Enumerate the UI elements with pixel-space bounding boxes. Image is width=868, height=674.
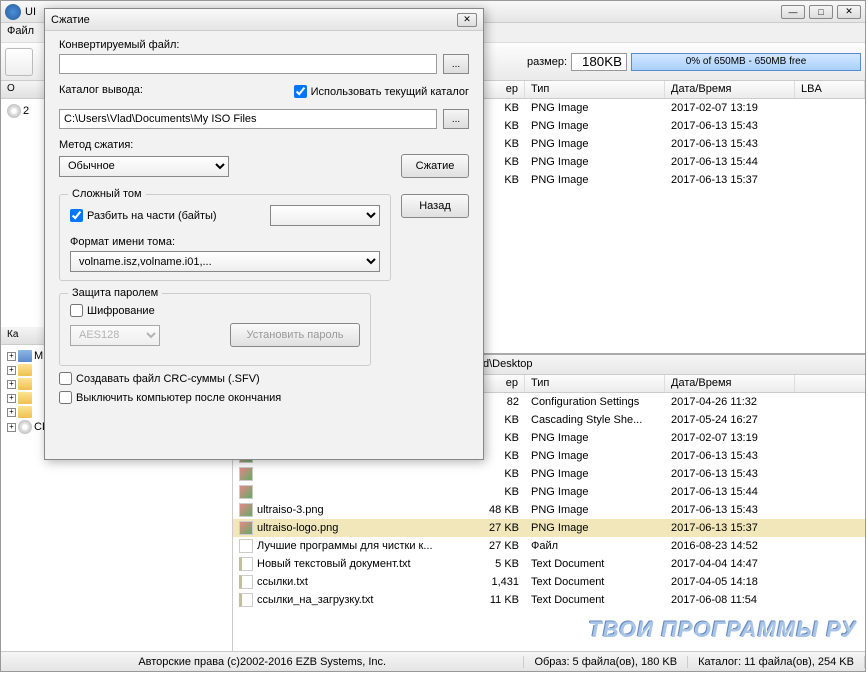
- set-password-button: Установить пароль: [230, 323, 360, 347]
- volfmt-label: Формат имени тома:: [70, 236, 380, 248]
- file-icon: [239, 539, 253, 553]
- file-icon: [239, 503, 253, 517]
- size-input[interactable]: [571, 53, 627, 71]
- tree-toggle-icon[interactable]: +: [7, 366, 16, 375]
- close-button[interactable]: ✕: [837, 5, 861, 19]
- folder-icon: [18, 364, 32, 376]
- volfmt-select[interactable]: volname.isz,volname.i01,...: [70, 251, 380, 272]
- source-file-input[interactable]: [59, 54, 437, 74]
- table-row[interactable]: KBPNG Image2017-06-13 15:44: [233, 483, 865, 501]
- browse-source-button[interactable]: ...: [443, 54, 469, 74]
- new-file-icon[interactable]: [5, 48, 33, 76]
- file-icon: [239, 557, 253, 571]
- pc-icon: [18, 350, 32, 362]
- password-group: Защита паролем Шифрование AES128 Установ…: [59, 293, 371, 366]
- copyright-text: Авторские права (c)2002-2016 EZB Systems…: [1, 656, 524, 668]
- table-row[interactable]: ссылки_на_загрузку.txt11 KBText Document…: [233, 591, 865, 609]
- file-icon: [239, 575, 253, 589]
- method-label: Метод сжатия:: [59, 139, 469, 151]
- shutdown-checkbox[interactable]: Выключить компьютер после окончания: [59, 391, 469, 404]
- compress-button[interactable]: Сжатие: [401, 154, 469, 178]
- table-row[interactable]: ultraiso-logo.png27 KBPNG Image2017-06-1…: [233, 519, 865, 537]
- split-size-select[interactable]: [270, 205, 380, 226]
- volume-group: Сложный том Разбить на части (байты) Фор…: [59, 194, 391, 281]
- file-icon: [239, 521, 253, 535]
- dialog-close-button[interactable]: ✕: [457, 13, 477, 27]
- compression-dialog: Сжатие ✕ Конвертируемый файл: ... Катало…: [44, 8, 484, 460]
- cd-icon: [18, 420, 32, 434]
- status-image: Образ: 5 файла(ов), 180 KB: [524, 656, 688, 668]
- file-icon: [239, 593, 253, 607]
- dialog-titlebar: Сжатие ✕: [45, 9, 483, 31]
- dialog-title: Сжатие: [51, 14, 457, 26]
- tree-toggle-icon[interactable]: +: [7, 408, 16, 417]
- encrypt-checkbox[interactable]: Шифрование: [70, 304, 360, 317]
- folder-icon: [18, 378, 32, 390]
- folder-icon: [18, 406, 32, 418]
- minimize-button[interactable]: —: [781, 5, 805, 19]
- folder-icon: [18, 392, 32, 404]
- file-icon: [239, 485, 253, 499]
- tree-toggle-icon[interactable]: +: [7, 394, 16, 403]
- size-label: размер:: [527, 56, 567, 68]
- tree-toggle-icon[interactable]: +: [7, 423, 16, 432]
- output-dir-label: Каталог вывода:: [59, 84, 143, 96]
- table-row[interactable]: Новый текстовый документ.txt5 KBText Doc…: [233, 555, 865, 573]
- table-row[interactable]: ссылки.txt1,431Text Document2017-04-05 1…: [233, 573, 865, 591]
- cd-icon: [7, 104, 21, 118]
- table-row[interactable]: Лучшие программы для чистки к...27 KBФай…: [233, 537, 865, 555]
- back-button[interactable]: Назад: [401, 194, 469, 218]
- output-dir-input[interactable]: [59, 109, 437, 129]
- table-row[interactable]: ultraiso-3.png48 KBPNG Image2017-06-13 1…: [233, 501, 865, 519]
- tree-toggle-icon[interactable]: +: [7, 352, 16, 361]
- file-icon: [239, 467, 253, 481]
- table-row[interactable]: KBPNG Image2017-06-13 15:43: [233, 465, 865, 483]
- use-current-dir-checkbox[interactable]: Использовать текущий каталог: [294, 85, 469, 98]
- progress-bar: 0% of 650MB - 650MB free: [631, 53, 861, 71]
- split-checkbox[interactable]: Разбить на части (байты): [70, 209, 217, 222]
- browse-output-button[interactable]: ...: [443, 109, 469, 129]
- status-catalog: Каталог: 11 файла(ов), 254 KB: [688, 656, 865, 668]
- crc-checkbox[interactable]: Создавать файл CRC-суммы (.SFV): [59, 372, 469, 385]
- app-icon: [5, 4, 21, 20]
- source-file-label: Конвертируемый файл:: [59, 39, 469, 51]
- menu-file[interactable]: Файл: [7, 25, 34, 37]
- method-select[interactable]: Обычное: [59, 156, 229, 177]
- maximize-button[interactable]: □: [809, 5, 833, 19]
- tree-toggle-icon[interactable]: +: [7, 380, 16, 389]
- encryption-select: AES128: [70, 325, 160, 346]
- statusbar: Авторские права (c)2002-2016 EZB Systems…: [1, 651, 865, 671]
